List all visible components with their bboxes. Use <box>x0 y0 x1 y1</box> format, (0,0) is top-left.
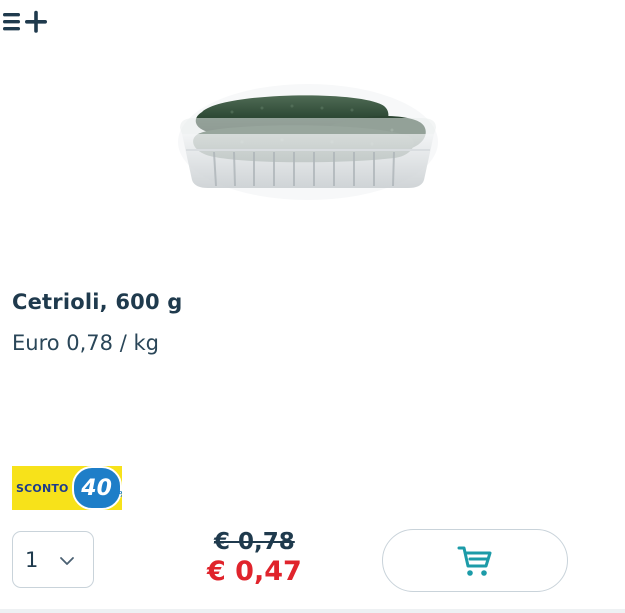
unit-price: Euro 0,78 / kg <box>12 331 159 355</box>
discount-circle: 40 % <box>71 466 122 510</box>
old-price: € 0,78 <box>214 529 295 555</box>
cucumbers-tray-image <box>178 84 438 200</box>
cart-icon <box>457 546 492 576</box>
discount-badge: SCONTO 40 % <box>12 466 122 510</box>
list-plus-icon <box>3 10 47 33</box>
discount-percent: % <box>119 490 122 499</box>
add-to-list-button[interactable] <box>3 8 51 36</box>
quantity-select[interactable]: 1 <box>12 531 94 588</box>
quantity-value: 1 <box>25 548 39 572</box>
discount-label: SCONTO <box>16 481 69 495</box>
discounted-price: € 0,47 <box>207 556 302 587</box>
discount-value: 40 <box>81 475 112 501</box>
product-image <box>172 72 444 204</box>
add-to-cart-button[interactable] <box>382 529 568 592</box>
product-title: Cetrioli, 600 g <box>12 290 183 314</box>
chevron-down-icon <box>60 557 74 565</box>
bottom-divider <box>0 609 625 613</box>
